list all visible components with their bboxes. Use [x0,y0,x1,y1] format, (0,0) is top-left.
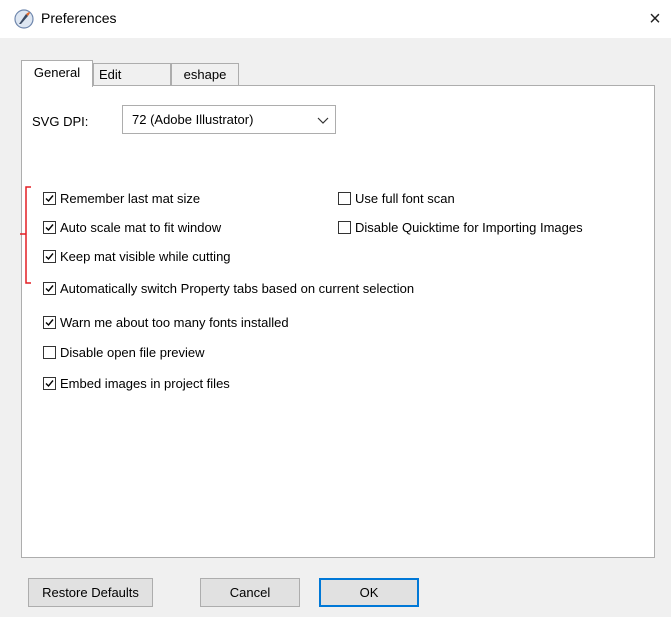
checkbox-box [43,281,56,295]
full-font-scan-checkbox[interactable]: Use full font scan [338,189,455,207]
disable-preview-label: Disable open file preview [60,344,205,360]
checkbox-box [338,191,351,205]
chevron-down-icon [317,114,329,126]
checkbox-box [43,315,56,329]
tab-edit[interactable]: Edit [93,63,171,85]
disable-quicktime-label: Disable Quicktime for Importing Images [355,219,583,235]
ok-button[interactable]: OK [319,578,419,607]
tab-general[interactable]: General [21,60,93,87]
cancel-button[interactable]: Cancel [200,578,300,607]
auto-scale-mat-label: Auto scale mat to fit window [60,219,222,235]
close-button[interactable]: × [640,4,670,34]
embed-images-checkbox[interactable]: Embed images in project files [43,374,230,392]
tab-eshape[interactable]: eshape [171,63,239,85]
checkbox-box [43,191,56,205]
checkbox-box [43,345,56,359]
checkbox-box [338,220,351,234]
auto-scale-mat-checkbox[interactable]: Auto scale mat to fit window [43,218,221,236]
auto-switch-tabs-checkbox[interactable]: Automatically switch Property tabs based… [43,279,414,297]
checkbox-box [43,220,56,234]
keep-mat-visible-label: Keep mat visible while cutting [60,248,231,264]
disable-quicktime-checkbox[interactable]: Disable Quicktime for Importing Images [338,218,583,236]
remember-mat-size-label: Remember last mat size [60,190,201,206]
full-font-scan-label: Use full font scan [355,190,455,206]
svg-dpi-value: 72 (Adobe Illustrator) [132,112,254,127]
checkbox-box [43,376,56,390]
auto-switch-tabs-label: Automatically switch Property tabs based… [60,280,415,296]
window-title: Preferences [41,10,117,26]
keep-mat-visible-checkbox[interactable]: Keep mat visible while cutting [43,247,231,265]
annotation-bracket [20,186,31,284]
disable-preview-checkbox[interactable]: Disable open file preview [43,343,205,361]
warn-fonts-checkbox[interactable]: Warn me about too many fonts installed [43,313,289,331]
svg-dpi-select[interactable]: 72 (Adobe Illustrator) [122,105,336,134]
restore-defaults-button[interactable]: Restore Defaults [28,578,153,607]
remember-mat-size-checkbox[interactable]: Remember last mat size [43,189,200,207]
cricut-knife-icon [14,9,34,29]
svg-dpi-label: SVG DPI: [32,114,89,129]
title-bar: Preferences × [0,0,671,38]
embed-images-label: Embed images in project files [60,375,230,391]
warn-fonts-label: Warn me about too many fonts installed [60,314,289,330]
checkbox-box [43,249,56,263]
tab-strip: General Edit eshape [21,60,281,87]
